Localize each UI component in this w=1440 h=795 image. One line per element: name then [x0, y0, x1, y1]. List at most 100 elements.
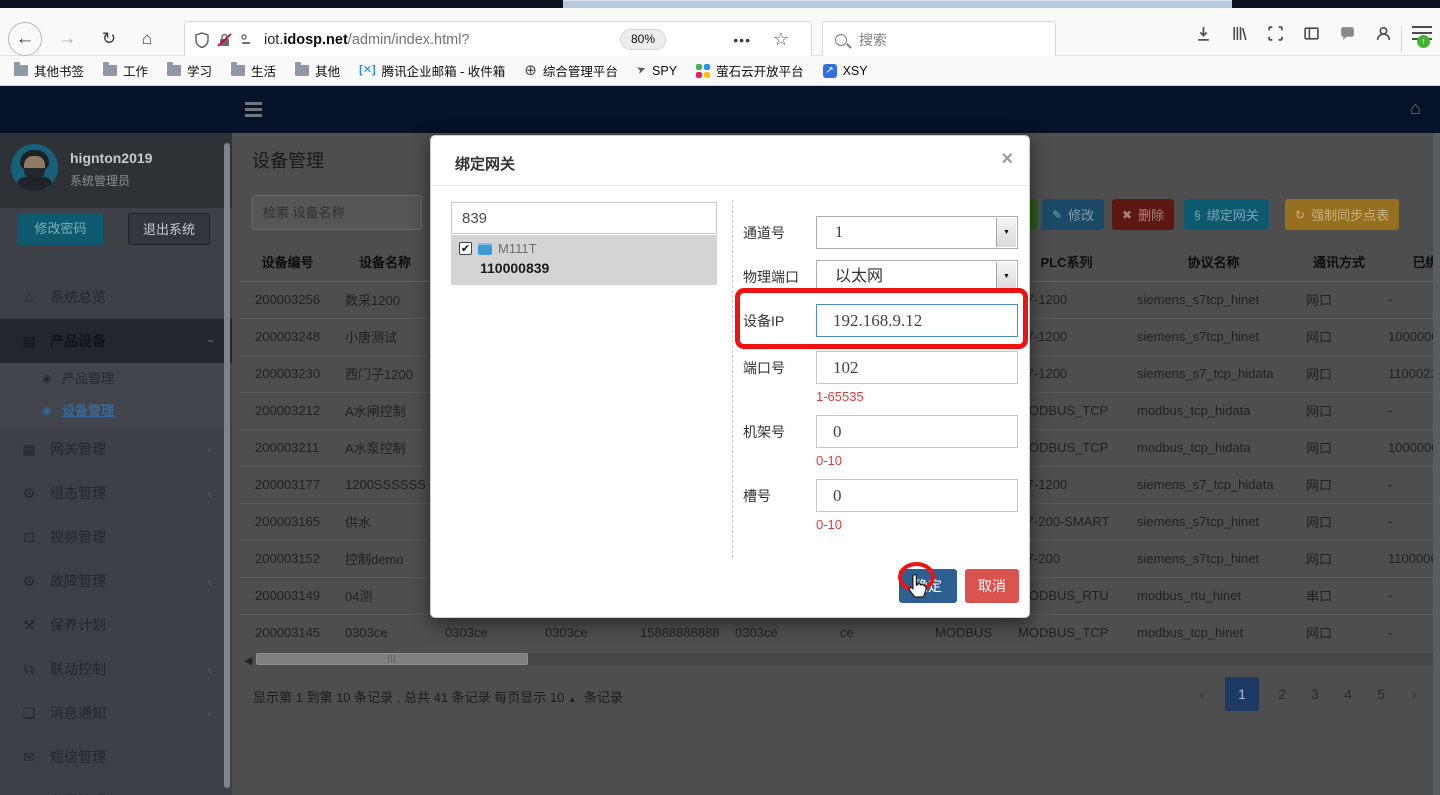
- url-bar[interactable]: iot.idosp.net/admin/index.html? 80% ••• …: [184, 21, 812, 58]
- dropdown-arrow-icon[interactable]: ▼: [996, 218, 1016, 247]
- bookmark-item[interactable]: 工作: [103, 61, 148, 80]
- 机架号-input[interactable]: [816, 415, 1018, 448]
- update-badge-icon: ↑: [1417, 35, 1430, 48]
- permissions-icon[interactable]: [240, 33, 252, 47]
- home-icon: ⌂: [18, 275, 40, 319]
- change-password-button[interactable]: 修改密码: [18, 213, 103, 245]
- table-cell: 200003256: [240, 281, 335, 318]
- sidebar-item-短信管理[interactable]: ✉短信管理: [0, 735, 232, 779]
- sidebar-item-车间管理[interactable]: ▦车间管理: [0, 779, 232, 795]
- 强制同步点表-button[interactable]: ↻强制同步点表: [1285, 199, 1399, 230]
- table-cell: 网口: [1298, 503, 1380, 540]
- sidebar-item-设备管理[interactable]: ◉设备管理: [0, 395, 232, 427]
- next-page-button[interactable]: ›: [1404, 686, 1424, 702]
- table-cell: 200003230: [240, 355, 335, 392]
- gateway-list-item[interactable]: ✔ M111T 110000839: [451, 235, 717, 285]
- insecure-lock-icon[interactable]: [217, 32, 232, 48]
- back-button[interactable]: ←: [8, 22, 42, 56]
- table-cell: modbus_tcp_hidata: [1129, 392, 1298, 429]
- page-actions-icon[interactable]: •••: [733, 32, 751, 48]
- 修改-button[interactable]: ✎修改: [1042, 199, 1104, 230]
- sidebar-item-视频管理[interactable]: ⊡视频管理: [0, 515, 232, 559]
- app-home-icon[interactable]: ⌂: [1410, 98, 1421, 119]
- sidebar-item-保养计划[interactable]: ⚒保养计划: [0, 603, 232, 647]
- bookmark-item[interactable]: 学习: [167, 61, 212, 80]
- bookmark-item[interactable]: 其他书签: [14, 61, 84, 80]
- home-button[interactable]: ⌂: [130, 22, 164, 56]
- reload-button[interactable]: ↻: [92, 22, 126, 56]
- close-icon[interactable]: ×: [1001, 148, 1013, 171]
- page-button-5[interactable]: 5: [1371, 686, 1391, 702]
- bookmark-item[interactable]: 生活: [231, 61, 276, 80]
- sidebar-item-消息通知[interactable]: ❏消息通知‹: [0, 691, 232, 735]
- bookmark-item[interactable]: ⊕综合管理平台: [524, 61, 618, 80]
- table-cell: 200003149: [240, 577, 335, 614]
- sidebar-item-故障管理[interactable]: ⚙故障管理‹: [0, 559, 232, 603]
- checkbox-checked-icon[interactable]: ✔: [459, 242, 472, 255]
- column-header[interactable]: 设备名称: [335, 243, 435, 281]
- account-icon[interactable]: [1372, 22, 1394, 44]
- 端口号-input[interactable]: [816, 351, 1018, 384]
- annotation-highlight-rect: [735, 288, 1028, 349]
- 绑定网关-button[interactable]: §绑定网关: [1184, 199, 1269, 230]
- folder-icon: [295, 65, 309, 76]
- sidebar-item-网关管理[interactable]: ▦网关管理‹: [0, 427, 232, 471]
- browser-search[interactable]: [822, 21, 1056, 58]
- shield-icon[interactable]: [195, 32, 209, 48]
- prev-page-button[interactable]: ‹: [1192, 686, 1212, 702]
- forward-button[interactable]: →: [50, 22, 84, 56]
- bookmark-label: XSY: [843, 64, 868, 78]
- column-header[interactable]: 设备编号: [240, 243, 335, 281]
- sidebar-item-label: 视频管理: [50, 515, 106, 559]
- page-button-2[interactable]: 2: [1272, 686, 1292, 702]
- sidebar-item-系统总览[interactable]: ⌂系统总览: [0, 275, 232, 319]
- page-button-1[interactable]: 1: [1225, 677, 1259, 711]
- table-cell: ce: [830, 614, 925, 651]
- sidebar-scrollbar[interactable]: [224, 143, 230, 788]
- page-scrollbar[interactable]: [1433, 133, 1440, 795]
- messages-icon[interactable]: [1336, 22, 1358, 44]
- gateway-search-input[interactable]: [451, 202, 717, 234]
- screenshot-icon[interactable]: [1264, 22, 1286, 44]
- bookmark-label: 工作: [123, 61, 148, 80]
- device-search-input[interactable]: [252, 195, 422, 230]
- table-cell: 网口: [1298, 614, 1380, 651]
- bookmark-item[interactable]: 萤石云开放平台: [696, 61, 804, 80]
- 删除-button[interactable]: ✖删除: [1112, 199, 1174, 230]
- sidebar-item-产品管理[interactable]: ◉产品管理: [0, 363, 232, 395]
- page-size-select[interactable]: 10▲: [550, 690, 580, 705]
- table-cell: modbus_tcp_hinet: [1129, 614, 1298, 651]
- table-cell: 网口: [1298, 355, 1380, 392]
- table-cell: 网口: [1298, 466, 1380, 503]
- folder-icon: [103, 65, 117, 76]
- sidebar-collapse-icon[interactable]: [245, 102, 262, 120]
- bookmark-item[interactable]: [✕]腾讯企业邮箱 - 收件箱: [359, 61, 505, 80]
- page-button-3[interactable]: 3: [1305, 686, 1325, 702]
- refresh-icon: ↻: [1295, 208, 1305, 222]
- column-header[interactable]: 通讯方式: [1298, 243, 1380, 281]
- hscroll-thumb[interactable]: |||: [256, 653, 528, 665]
- table-row[interactable]: 2000031450303ce0303ce0303ce1588888888803…: [240, 614, 1440, 651]
- bookmark-item[interactable]: 其他: [295, 61, 340, 80]
- hscroll-left-arrow[interactable]: ◀: [244, 654, 252, 667]
- column-header[interactable]: 协议名称: [1129, 243, 1298, 281]
- 通道号-select[interactable]: 1▼: [816, 216, 1018, 249]
- sidebar-item-联动控制[interactable]: ⧉联动控制‹: [0, 647, 232, 691]
- page-button-4[interactable]: 4: [1338, 686, 1358, 702]
- bookmark-star-icon[interactable]: ☆: [773, 29, 789, 50]
- sidebar-toggle-icon[interactable]: [1300, 22, 1322, 44]
- cancel-button[interactable]: 取消: [965, 569, 1019, 603]
- download-icon[interactable]: [1192, 22, 1214, 44]
- bookmark-item[interactable]: ➤SPY: [637, 64, 677, 78]
- library-icon[interactable]: [1228, 22, 1250, 44]
- bookmark-item[interactable]: ↗XSY: [823, 64, 868, 78]
- menu-icon[interactable]: ↑: [1412, 26, 1432, 42]
- 槽号-input[interactable]: [816, 479, 1018, 512]
- column-header[interactable]: 已绑定网关: [1380, 243, 1440, 281]
- browser-search-input[interactable]: [857, 31, 1027, 49]
- sidebar-item-产品设备[interactable]: ▤产品设备‹: [0, 319, 232, 363]
- dropdown-arrow-icon[interactable]: ▼: [996, 262, 1016, 291]
- logout-button[interactable]: 退出系统: [128, 213, 210, 245]
- sidebar-item-组态管理[interactable]: ⚙组态管理‹: [0, 471, 232, 515]
- zoom-level-badge[interactable]: 80%: [620, 29, 666, 50]
